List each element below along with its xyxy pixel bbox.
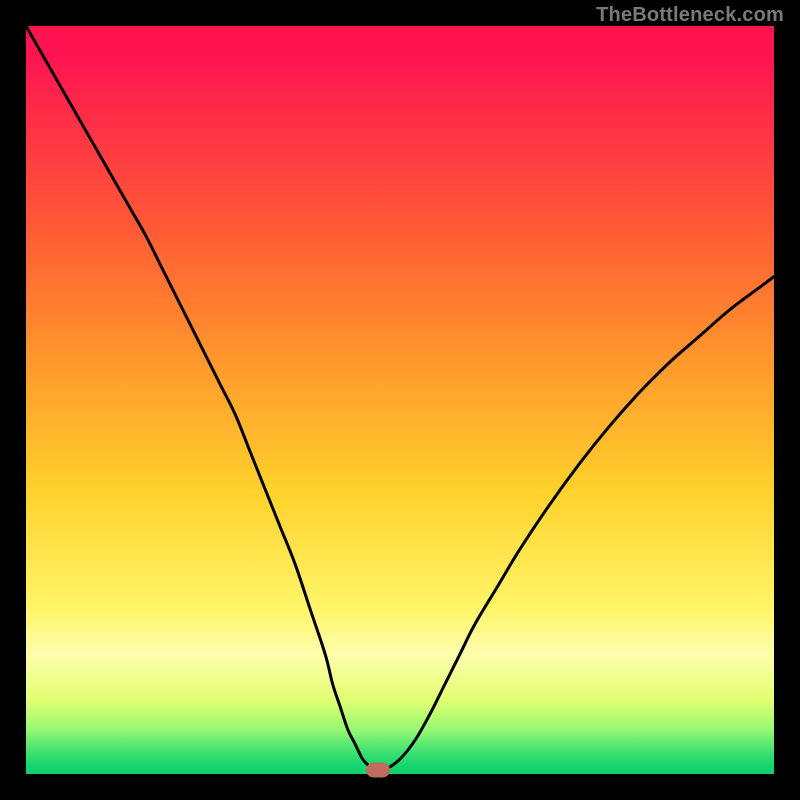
bottleneck-curve (26, 26, 774, 770)
watermark-text: TheBottleneck.com (596, 4, 784, 27)
curve-svg (26, 26, 774, 774)
optimal-point-marker (366, 763, 390, 778)
chart-plot-area (26, 26, 774, 774)
